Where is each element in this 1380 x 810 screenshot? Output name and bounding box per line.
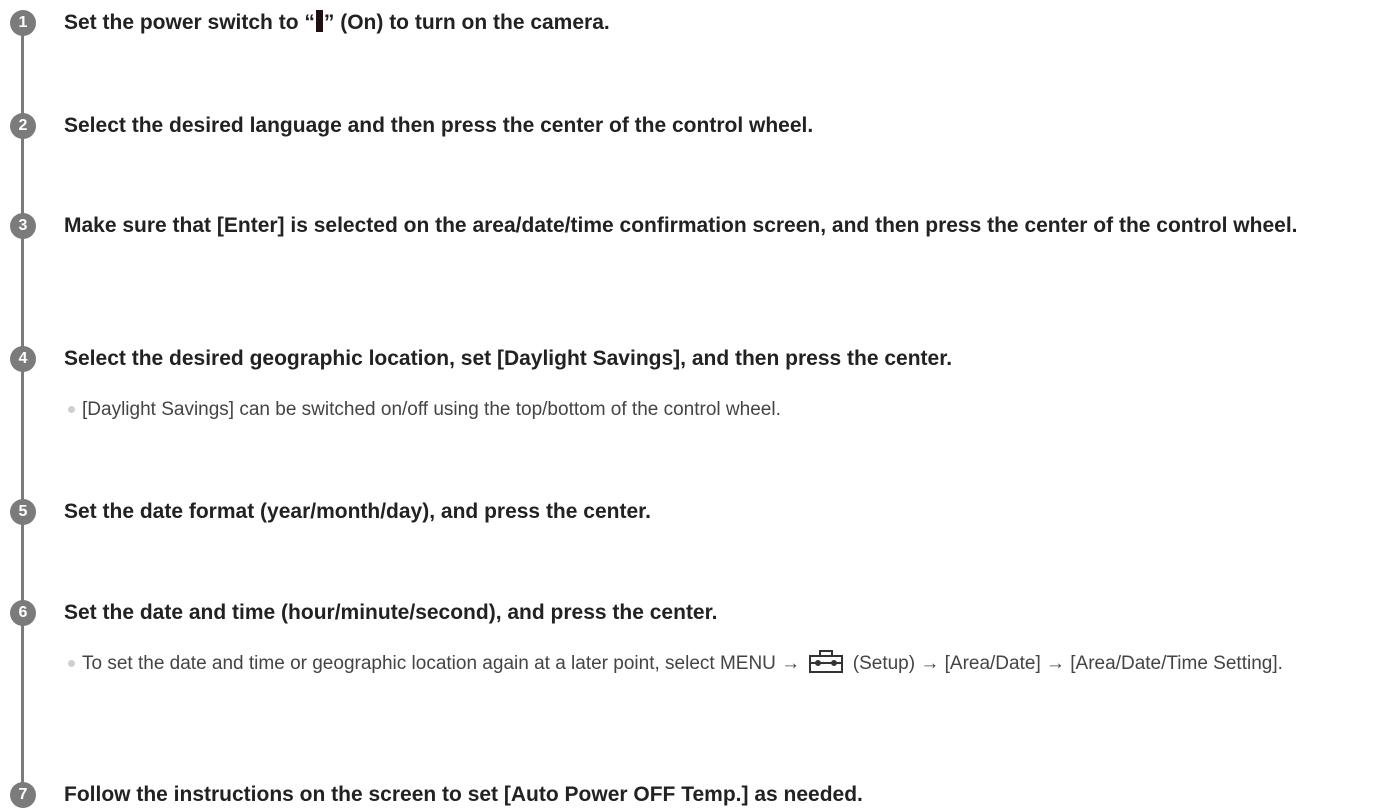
step-2-text: Select the desired language and then pre… [64, 114, 814, 137]
step-1-text-after: ” (On) to turn on the camera. [323, 11, 610, 34]
step-1-text-before: Set the power switch to “ [64, 11, 315, 34]
toolbox-icon [809, 650, 844, 673]
step-6-note-after: (Setup) → [Area/Date] → [Area/Date/Time … [852, 653, 1283, 674]
step-4-note-text: [Daylight Savings] can be switched on/of… [82, 399, 781, 420]
step-7-text: Follow the instructions on the screen to… [64, 783, 863, 806]
step-3-text: Make sure that [Enter] is selected on th… [64, 214, 1298, 237]
step-number-7: 7 [10, 782, 36, 808]
step-1-text: Set the power switch to “ ” (On) to turn … [64, 7, 1360, 38]
power-on-bar-icon [315, 10, 323, 32]
step-4-note: [Daylight Savings] can be switched on/of… [68, 394, 1350, 425]
step-4-text: Select the desired geographic location, … [64, 347, 953, 370]
step-number-2: 2 [10, 113, 36, 139]
step-6-text: Set the date and time (hour/minute/secon… [64, 601, 718, 624]
step-6-note-before: To set the date and time or geographic l… [82, 653, 801, 674]
step-number-3: 3 [10, 213, 36, 239]
bullet-dot [68, 406, 75, 413]
step-number-4: 4 [10, 346, 36, 372]
step-number-6: 6 [10, 600, 36, 626]
step-6-note: To set the date and time or geographic l… [68, 648, 1350, 679]
bullet-dot [68, 660, 75, 667]
step-number-5: 5 [10, 499, 36, 525]
step-number-1: 1 [10, 10, 36, 36]
step-5-text: Set the date format (year/month/day), an… [64, 500, 651, 523]
